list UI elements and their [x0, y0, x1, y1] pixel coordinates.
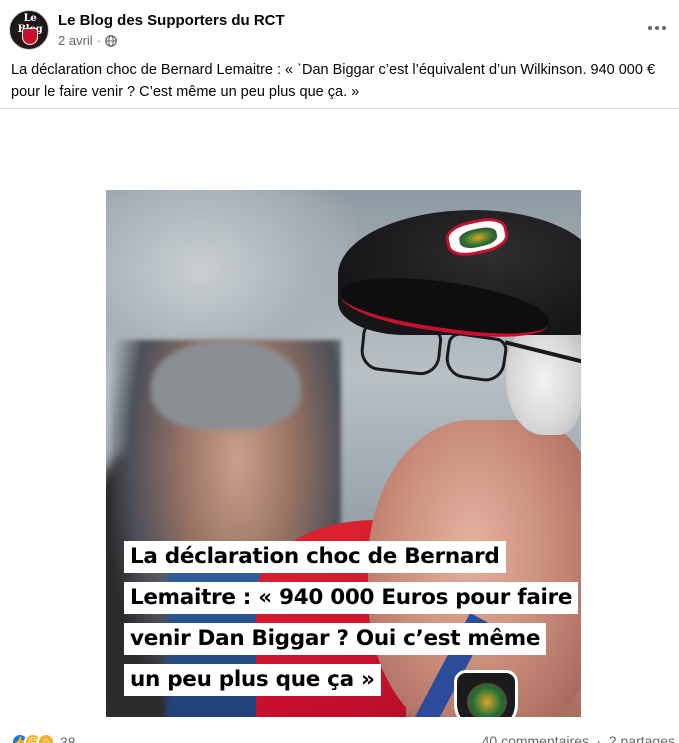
post-date[interactable]: 2 avril: [58, 33, 93, 48]
caption-line: un peu plus que ça »: [124, 664, 381, 696]
post-meta: 2 avril ·: [58, 33, 117, 48]
reactions-summary[interactable]: 👍 ☹ ☺ 38: [11, 733, 76, 743]
haha-reaction-icon: ☺: [37, 733, 55, 743]
caption-line: Lemaitre : « 940 000 Euros pour faire: [124, 582, 579, 614]
comments-count-link[interactable]: 40 commentaires: [482, 733, 589, 743]
more-options-icon[interactable]: [645, 18, 669, 38]
rct-shield-icon: [22, 28, 38, 45]
page-avatar[interactable]: Le Blog: [9, 10, 49, 50]
reaction-count: 38: [60, 734, 76, 743]
caption-line: venir Dan Biggar ? Oui c’est même: [124, 623, 547, 655]
post-footer: 👍 ☹ ☺ 38 40 commentaires · 2 partages: [0, 727, 679, 743]
footer-separator: ·: [596, 733, 601, 743]
globe-icon: [105, 34, 117, 47]
divider: [0, 108, 679, 109]
post-text: La déclaration choc de Bernard Lemaitre …: [11, 62, 656, 100]
page-name-link[interactable]: Le Blog des Supporters du RCT: [58, 12, 285, 29]
caption-line: La déclaration choc de Bernard: [124, 541, 506, 573]
meta-separator: ·: [96, 33, 102, 48]
shares-count-link[interactable]: 2 partages: [609, 733, 675, 743]
post-header: Le Blog Le Blog des Supporters du RCT 2 …: [0, 0, 679, 58]
image-caption-overlay: La déclaration choc de Bernard Lemaitre …: [124, 541, 579, 705]
